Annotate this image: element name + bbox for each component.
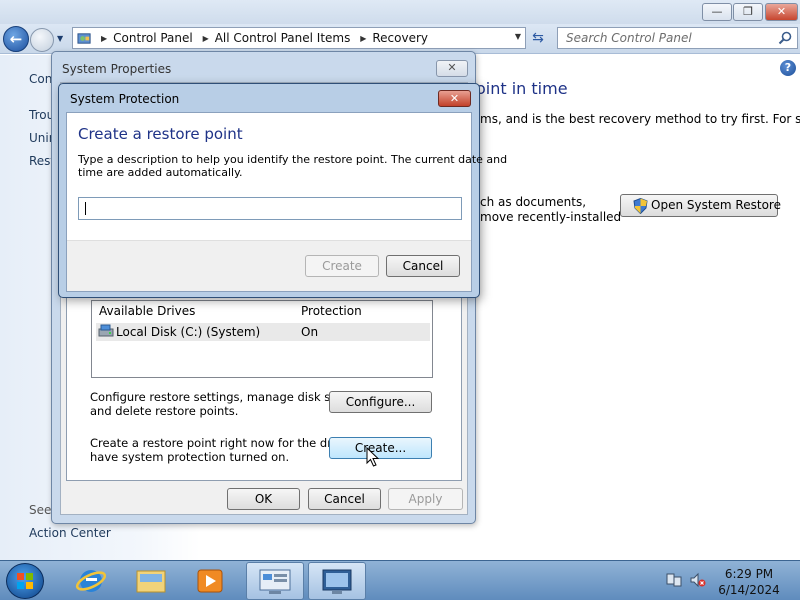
explorer-folder-icon[interactable] — [122, 562, 180, 600]
clock-time: 6:29 PM — [724, 567, 774, 581]
recovery-heading: oint in time — [476, 79, 568, 98]
cancel-button[interactable]: Cancel — [386, 255, 460, 277]
system-protection-dialog: System Protection ✕ Create a restore poi… — [58, 83, 507, 298]
windows-logo-icon — [17, 573, 33, 589]
address-dropdown-icon[interactable]: ▼ — [515, 32, 521, 41]
control-panel-icon — [77, 33, 91, 44]
ie-icon[interactable] — [62, 562, 120, 600]
text-caret — [85, 202, 86, 215]
back-arrow-icon[interactable]: ← — [3, 26, 29, 52]
available-drives-list[interactable]: Available Drives Protection Local Disk (… — [91, 300, 433, 378]
breadcrumb: ▶ Control Panel ▶ All Control Panel Items … — [101, 31, 428, 45]
close-button[interactable]: ✕ — [436, 60, 468, 77]
recovery-description-line1: ms, and is the best recovery method to t… — [480, 112, 800, 126]
system-properties-icon[interactable] — [246, 562, 304, 600]
search-input[interactable]: Search Control Panel — [557, 27, 798, 49]
start-orb-icon[interactable] — [6, 563, 44, 599]
media-player-icon[interactable] — [182, 562, 240, 600]
drive-name: Local Disk (C:) (System) — [116, 325, 261, 339]
configure-description-line1: Configure restore settings, manage disk … — [90, 390, 362, 404]
dialog-description: Type a description to help you identify … — [78, 153, 507, 179]
window-title-bar: — ❐ ✕ — [0, 0, 800, 24]
breadcrumb-control-panel[interactable]: Control Panel — [113, 31, 193, 45]
open-system-restore-label: Open System Restore — [651, 198, 781, 212]
maximize-button[interactable]: ❐ — [733, 3, 763, 21]
refresh-icon[interactable]: ⇆ — [528, 29, 548, 49]
drive-protection: On — [301, 325, 319, 339]
breadcrumb-all-items[interactable]: All Control Panel Items — [215, 31, 351, 45]
description-line1: Type a description to help you identify … — [78, 153, 508, 166]
close-button[interactable]: ✕ — [438, 90, 471, 107]
recent-pages-dropdown[interactable]: ▼ — [57, 34, 63, 43]
restore-description-line2: move recently-installed — [480, 210, 622, 224]
see-also-heading: See — [29, 503, 52, 517]
speaker-muted-icon[interactable] — [690, 572, 706, 588]
network-icon[interactable] — [666, 572, 682, 588]
column-header-drives[interactable]: Available Drives — [99, 304, 195, 318]
minimize-button[interactable]: — — [702, 3, 732, 21]
search-icon[interactable] — [778, 31, 792, 45]
navigation-bar: ← ▼ ▶ Control Panel ▶ All Control Panel It… — [0, 24, 800, 54]
open-system-restore-button[interactable]: Open System Restore — [620, 194, 781, 217]
column-header-protection[interactable]: Protection — [301, 304, 362, 318]
create-button[interactable]: Create... — [329, 437, 432, 459]
configure-description-line2: and delete restore points. — [90, 404, 239, 418]
cursor-icon — [366, 447, 380, 467]
dialog-title: System Properties — [62, 62, 172, 76]
restore-description-line1: ch as documents, — [480, 195, 587, 209]
restore-point-description-input[interactable] — [78, 197, 462, 220]
taskbar: 6:29 PM 6/14/2024 — [0, 560, 800, 600]
breadcrumb-recovery[interactable]: Recovery — [372, 31, 428, 45]
configure-button[interactable]: Configure... — [329, 391, 432, 413]
create-description-line2: have system protection turned on. — [90, 450, 290, 464]
clock[interactable]: 6:29 PM 6/14/2024 — [715, 566, 783, 598]
dialog-body: Create a restore point Type a descriptio… — [66, 112, 507, 292]
ok-button[interactable]: OK — [227, 488, 300, 510]
create-button[interactable]: Create — [305, 255, 379, 277]
clock-date: 6/14/2024 — [718, 583, 780, 597]
create-restore-point-heading: Create a restore point — [78, 125, 243, 143]
help-icon[interactable]: ? — [780, 60, 796, 76]
forward-arrow-icon[interactable] — [30, 28, 54, 52]
address-bar[interactable]: ▶ Control Panel ▶ All Control Panel Items … — [72, 27, 526, 49]
disk-icon — [98, 324, 114, 337]
apply-button[interactable]: Apply — [388, 488, 463, 510]
table-row[interactable]: Local Disk (C:) (System) On — [96, 323, 430, 341]
system-protection-window-icon[interactable] — [308, 562, 366, 600]
search-placeholder: Search Control Panel — [566, 31, 692, 45]
drives-list-header: Available Drives Protection — [92, 301, 432, 321]
dialog-content: Create a restore point Type a descriptio… — [67, 113, 507, 241]
shield-icon — [633, 198, 648, 214]
description-line2: time are added automatically. — [78, 166, 243, 179]
cancel-button[interactable]: Cancel — [308, 488, 381, 510]
close-window-button[interactable]: ✕ — [765, 3, 798, 21]
action-center-link[interactable]: Action Center — [29, 526, 111, 540]
dialog-title: System Protection — [70, 92, 180, 106]
